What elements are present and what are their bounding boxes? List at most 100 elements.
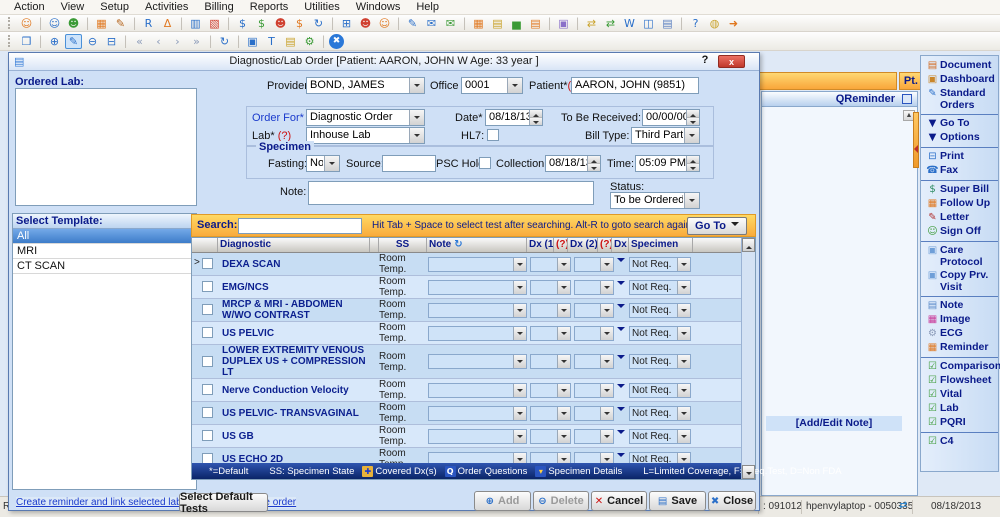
menu-item[interactable]: Windows (348, 1, 409, 13)
dx1-dropdown[interactable] (530, 406, 571, 421)
lab-flask-icon[interactable]: Δ (159, 16, 176, 31)
sidebar-item-go-to[interactable]: ▼ Go To (921, 114, 998, 131)
sidebar-item-sign-off[interactable]: ☺ Sign Off (921, 225, 998, 239)
dx1-dropdown[interactable] (530, 429, 571, 444)
table-row[interactable]: > MRCP & MRI - ABDOMEN W/WO CONTRAST Roo… (192, 299, 743, 322)
dx2-dropdown[interactable] (574, 280, 614, 295)
last-record-icon[interactable]: » (188, 34, 205, 49)
row-checkbox[interactable] (202, 327, 213, 338)
sidebar-item-dashboard[interactable]: ▣ Dashboard (921, 73, 998, 87)
billing-icon[interactable]: $ (291, 16, 308, 31)
appointments-icon[interactable]: ▦ (93, 16, 110, 31)
col-specimen[interactable]: Specimen (629, 238, 693, 252)
dx2-dropdown[interactable] (574, 383, 614, 398)
separator[interactable]: | (395, 16, 402, 31)
dialog-close-button[interactable]: x (718, 55, 745, 68)
write-letter-icon[interactable]: ✎ (404, 16, 421, 31)
separator[interactable]: | (37, 16, 44, 31)
receive-mail-icon[interactable]: ✉ (442, 16, 459, 31)
note-dropdown[interactable] (428, 303, 527, 318)
sidebar-item-c4[interactable]: ☑ C4 (921, 432, 998, 449)
sidebar-item-options[interactable]: ▼ Options (921, 131, 998, 145)
specimen-dropdown[interactable]: Not Req. (629, 429, 691, 444)
separator[interactable]: | (122, 34, 129, 49)
chevron-down-icon[interactable] (409, 78, 424, 93)
contact-icon[interactable]: ☺ (376, 16, 393, 31)
patient-edit-icon[interactable]: ☺ (46, 16, 63, 31)
edit-record-icon[interactable]: ✎ (65, 34, 82, 49)
eligibility-icon[interactable]: ▧ (206, 16, 223, 31)
open-icon[interactable]: ❒ (18, 34, 35, 49)
status-dropdown[interactable]: To be Ordered (610, 192, 700, 209)
separator[interactable]: | (37, 34, 44, 49)
next-record-icon[interactable]: › (169, 34, 186, 49)
schedule-icon[interactable]: ▦ (470, 16, 487, 31)
menu-item[interactable]: View (53, 1, 93, 13)
documents-icon[interactable]: ▤ (489, 16, 506, 31)
dialog-titlebar[interactable]: ▤ Diagnostic/Lab Order [Patient: AARON, … (9, 53, 759, 71)
refresh-icon[interactable]: ↻ (216, 34, 233, 49)
chevron-down-icon[interactable] (409, 110, 424, 125)
note-dropdown[interactable] (428, 406, 527, 421)
template-item[interactable]: MRI (13, 244, 196, 259)
dx1-dropdown[interactable] (530, 303, 571, 318)
row-checkbox[interactable] (202, 304, 213, 315)
table-row[interactable]: > DEXA SCAN Room Temp. Not Req. (192, 253, 743, 276)
table-row[interactable]: > US GB Room Temp. Not Req. (192, 425, 743, 448)
menu-item[interactable]: Utilities (296, 1, 347, 13)
col-dx2-help[interactable]: (?) (598, 238, 612, 252)
sidebar-item-print[interactable]: ⊟ Print (921, 147, 998, 164)
dx2-dropdown[interactable] (574, 257, 614, 272)
order-for-dropdown[interactable]: Diagnostic Order (306, 109, 425, 126)
dx2-dropdown[interactable] (574, 429, 614, 444)
claims-cycle-icon[interactable]: ↻ (310, 16, 327, 31)
dx-menu-arrow-icon[interactable] (614, 281, 627, 294)
chart-stats-icon[interactable]: ▅ (508, 16, 525, 31)
dx-menu-arrow-icon[interactable] (614, 407, 627, 420)
dx1-dropdown[interactable] (530, 257, 571, 272)
prev-record-icon[interactable]: ‹ (150, 34, 167, 49)
to-be-received-spinner[interactable]: 00/00/00 (642, 109, 700, 126)
qreminder-header[interactable]: QReminder (762, 92, 917, 107)
add-button[interactable]: ⊕Add (474, 491, 531, 511)
dx1-dropdown[interactable] (530, 280, 571, 295)
note-dropdown[interactable] (428, 383, 527, 398)
provider-dropdown[interactable]: BOND, JAMES (306, 77, 425, 94)
export-doc-icon[interactable]: ⇄ (602, 16, 619, 31)
folder-contact-icon[interactable]: ▤ (527, 16, 544, 31)
settings-gear-icon[interactable]: ⚙ (301, 34, 318, 49)
note-dropdown[interactable] (428, 257, 527, 272)
bill-type-dropdown[interactable]: Third Party (631, 127, 700, 144)
sidebar-item-care-protocol[interactable]: ▣ Care Protocol (921, 241, 998, 269)
payments-icon[interactable]: $ (253, 16, 270, 31)
close-window-icon[interactable]: ✖ (329, 34, 344, 49)
menu-item[interactable]: Help (408, 1, 447, 13)
dx1-dropdown[interactable] (530, 354, 571, 369)
menu-item[interactable]: Billing (196, 1, 241, 13)
sidebar-item-copy-prv-visit[interactable]: ▣ Copy Prv. Visit (921, 269, 998, 294)
patients-group-icon[interactable]: ☻ (272, 16, 289, 31)
row-checkbox[interactable] (202, 384, 213, 395)
row-checkbox[interactable] (202, 407, 213, 418)
fasting-dropdown[interactable]: No (306, 155, 340, 172)
table-row[interactable]: > Nerve Conduction Velocity Room Temp. N… (192, 379, 743, 402)
word-export-icon[interactable]: W (621, 16, 638, 31)
scroll-up-arrow[interactable] (742, 238, 755, 252)
table-row[interactable]: > LOWER EXTREMITY VENOUS DUPLEX US + COM… (192, 345, 743, 379)
specimen-dropdown[interactable]: Not Req. (629, 280, 691, 295)
toolbar-grip[interactable] (8, 17, 12, 29)
dx-menu-arrow-icon[interactable] (614, 430, 627, 443)
dx2-dropdown[interactable] (574, 354, 614, 369)
time-spinner[interactable]: 05:09 PM (635, 155, 700, 172)
print-record-icon[interactable]: ⊟ (103, 34, 120, 49)
dx2-dropdown[interactable] (574, 303, 614, 318)
table-row[interactable]: > US PELVIC Room Temp. Not Req. (192, 322, 743, 345)
dx-menu-arrow-icon[interactable] (614, 304, 627, 317)
sidebar-item-document[interactable]: ▤ Document (921, 59, 998, 73)
col-dx1[interactable]: Dx (1) (527, 238, 554, 252)
cancel-button[interactable]: ✕Cancel (591, 491, 647, 511)
sidebar-item-follow-up[interactable]: ▦ Follow Up (921, 197, 998, 211)
tasks-icon[interactable]: ☻ (357, 16, 374, 31)
specimen-dropdown[interactable]: Not Req. (629, 257, 691, 272)
sidebar-item-lab[interactable]: ☑ Lab (921, 402, 998, 416)
